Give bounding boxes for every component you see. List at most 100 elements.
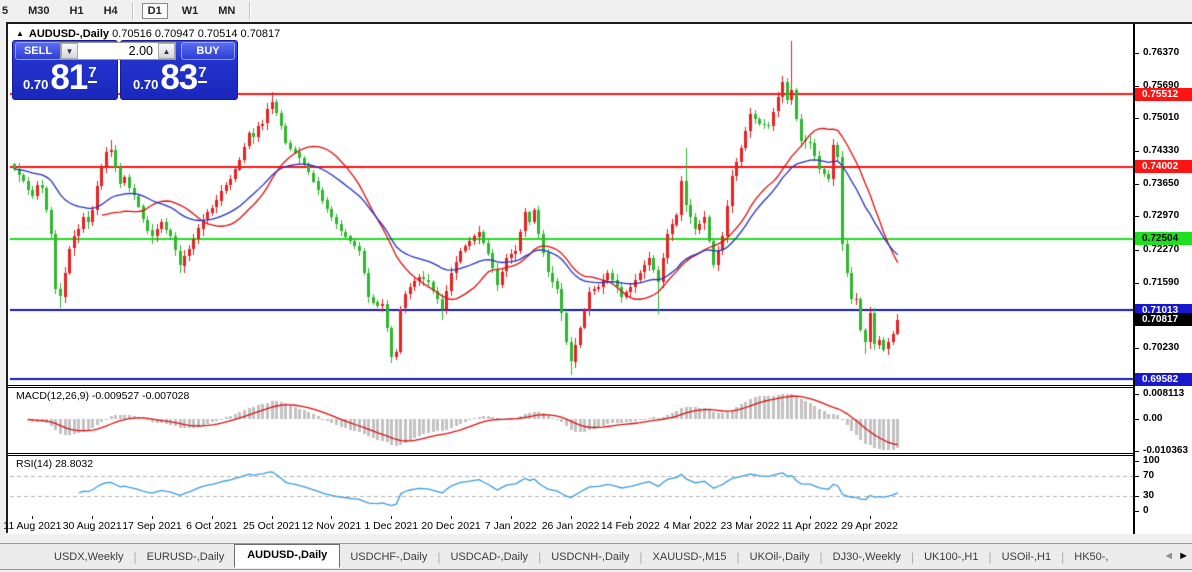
price-axis-tick-mark <box>1135 347 1139 349</box>
macd-axis-tick-label: 0.00 <box>1143 412 1163 424</box>
price-axis-tick-label: 0.73650 <box>1143 177 1180 189</box>
price-axis[interactable]: 0.76370 0.75690 0.75010 0.74330 0.73650 0.729… <box>1133 24 1192 534</box>
chart-title-arrow-icon[interactable]: ▲ <box>16 29 24 38</box>
sell-button[interactable]: SELL <box>15 42 61 60</box>
price-axis-tick-mark <box>1135 118 1139 120</box>
date-axis-tick-mark <box>211 516 213 519</box>
date-axis-label: 12 Nov 2021 <box>301 520 362 532</box>
symbol-tab-uk100-h1[interactable]: UK100-,H1 <box>914 551 988 563</box>
symbol-tab-audusd-daily[interactable]: AUDUSD-,Daily <box>234 544 341 568</box>
date-axis-tick-mark <box>809 516 811 519</box>
price-axis-tick-mark <box>1135 216 1139 218</box>
symbol-tab-xauusd-m15[interactable]: XAUUSD-,M15 <box>643 551 737 563</box>
date-axis[interactable]: 11 Aug 2021 30 Aug 2021 17 Sep 2021 6 Oct 2… <box>3 516 1133 534</box>
timeframe-button-d1[interactable]: D1 <box>141 3 168 19</box>
price-axis-tick-label: 0.72970 <box>1143 210 1180 222</box>
rsi-chart-canvas[interactable] <box>10 456 1133 516</box>
buy-price-prefix: 0.70 <box>133 77 159 92</box>
price-axis-tick-label: 0.76370 <box>1143 46 1180 58</box>
rsi-axis-tick-label: 0 <box>1143 505 1149 516</box>
macd-axis-tick-mark <box>1135 418 1139 420</box>
date-axis-label: 25 Oct 2021 <box>242 520 301 532</box>
date-axis-tick-mark <box>750 516 751 519</box>
tab-scroll-right-icon[interactable]: ► <box>1178 550 1189 562</box>
date-axis-tick-mark <box>271 516 273 519</box>
rsi-axis-tick-mark <box>1135 476 1139 477</box>
symbol-tab-usdcad-daily[interactable]: USDCAD-,Daily <box>440 551 538 563</box>
tab-scroll-arrows: ◄ ► <box>1163 550 1189 562</box>
chart-symbol-label: AUDUSD-,Daily <box>28 28 109 40</box>
one-click-trading-panel: 0.70 81 7 0.70 83 7 SELL BUY ▼ ▲ <box>12 40 238 100</box>
price-axis-tick-label: 0.72270 <box>1143 243 1180 255</box>
price-level-badge[interactable]: 0.75512 <box>1135 87 1192 101</box>
date-axis-label: 17 Sep 2021 <box>122 520 182 532</box>
price-axis-tick-mark <box>1135 85 1139 87</box>
price-level-badge[interactable]: 0.74002 <box>1135 160 1192 174</box>
buy-price-big-digits: 83 <box>160 58 198 97</box>
timeframe-button-5[interactable]: 5 <box>0 3 14 19</box>
chevron-down-icon: ▼ <box>65 47 74 56</box>
timeframe-button-m30[interactable]: M30 <box>22 3 55 19</box>
toolbar-separator <box>249 2 252 20</box>
volume-input[interactable] <box>78 43 158 59</box>
date-axis-label: 29 Apr 2022 <box>841 520 898 532</box>
price-axis-tick-mark <box>1135 150 1139 152</box>
date-axis-label: 26 Jan 2022 <box>541 520 600 532</box>
rsi-axis-tick-label: 100 <box>1143 455 1160 466</box>
symbol-tab-usdchf-daily[interactable]: USDCHF-,Daily <box>340 551 437 563</box>
price-level-badge[interactable]: 0.70817 <box>1135 313 1192 327</box>
timeframe-button-mn[interactable]: MN <box>212 3 241 19</box>
rsi-axis-tick-mark <box>1135 461 1139 462</box>
symbol-tab-eurusd-daily[interactable]: EURUSD-,Daily <box>137 551 235 563</box>
price-level-badge[interactable]: 0.69582 <box>1135 372 1192 386</box>
date-axis-tick-mark <box>570 516 572 519</box>
symbol-tab-usdcnh-daily[interactable]: USDCNH-,Daily <box>541 551 639 563</box>
macd-axis-tick-mark <box>1135 393 1139 395</box>
symbol-tab-ukoil-daily[interactable]: UKOil-,Daily <box>740 551 820 563</box>
date-axis-tick-mark <box>510 516 512 519</box>
price-axis-tick-label: 0.74330 <box>1143 144 1180 156</box>
symbol-tab-bar: USDX,Weekly | EURUSD-,Daily AUDUSD-,Daily US… <box>0 543 1192 570</box>
toolbar-separator <box>131 2 134 20</box>
timeframe-button-w1[interactable]: W1 <box>176 3 205 19</box>
date-axis-label: 20 Dec 2021 <box>421 520 481 532</box>
chart-ohlc-values: 0.70516 0.70947 0.70514 0.70817 <box>112 28 281 40</box>
date-axis-label: 30 Aug 2021 <box>62 520 122 532</box>
volume-decrease-button[interactable]: ▼ <box>61 43 78 59</box>
date-axis-label: 11 Apr 2022 <box>781 520 838 532</box>
sell-price-prefix: 0.70 <box>23 77 49 92</box>
chevron-up-icon: ▲ <box>162 47 171 56</box>
date-axis-label: 11 Aug 2021 <box>3 520 62 532</box>
timeframe-button-h1[interactable]: H1 <box>64 3 90 19</box>
rsi-axis-tick-mark <box>1135 496 1139 497</box>
price-axis-tick-label: 0.71590 <box>1143 276 1180 288</box>
date-axis-tick-mark <box>92 516 94 519</box>
symbol-tab-usoil-h1[interactable]: USOil-,H1 <box>992 551 1062 563</box>
price-level-badge[interactable]: 0.72504 <box>1135 232 1192 246</box>
symbol-tab-hk50[interactable]: HK50-, <box>1064 551 1118 563</box>
timeframe-toolbar: 5 M30 H1 H4 D1 W1 MN <box>0 0 1192 22</box>
sell-price-pip-digit: 7 <box>88 64 97 83</box>
date-axis-tick-mark <box>331 516 333 519</box>
date-axis-label: 14 Feb 2022 <box>600 520 660 532</box>
symbol-tab-dj30-weekly[interactable]: DJ30-,Weekly <box>823 551 911 563</box>
date-axis-tick-mark <box>869 516 871 519</box>
chart-title: ▲ AUDUSD-,Daily 0.70516 0.70947 0.70514 0… <box>16 28 280 40</box>
rsi-axis-tick-mark <box>1135 511 1139 512</box>
volume-spinner: ▼ ▲ <box>60 42 176 60</box>
rsi-axis-tick-label: 70 <box>1143 470 1155 481</box>
tab-scroll-left-icon[interactable]: ◄ <box>1163 550 1174 562</box>
price-axis-tick-label: 0.70230 <box>1143 341 1180 353</box>
date-axis-tick-mark <box>690 516 692 519</box>
macd-indicator-label: MACD(12,26,9) -0.009527 -0.007028 <box>16 390 190 402</box>
volume-increase-button[interactable]: ▲ <box>158 43 175 59</box>
timeframe-button-h4[interactable]: H4 <box>98 3 124 19</box>
buy-button[interactable]: BUY <box>181 42 235 60</box>
date-axis-label: 6 Oct 2021 <box>186 520 238 532</box>
symbol-tab-usdx-weekly[interactable]: USDX,Weekly <box>44 551 133 563</box>
date-axis-tick-mark <box>152 516 153 519</box>
sell-price-big-digits: 81 <box>50 58 88 97</box>
price-axis-tick-mark <box>1135 183 1139 185</box>
macd-axis-tick-label: 0.008113 <box>1143 387 1185 399</box>
rsi-axis-tick-label: 30 <box>1143 490 1155 501</box>
